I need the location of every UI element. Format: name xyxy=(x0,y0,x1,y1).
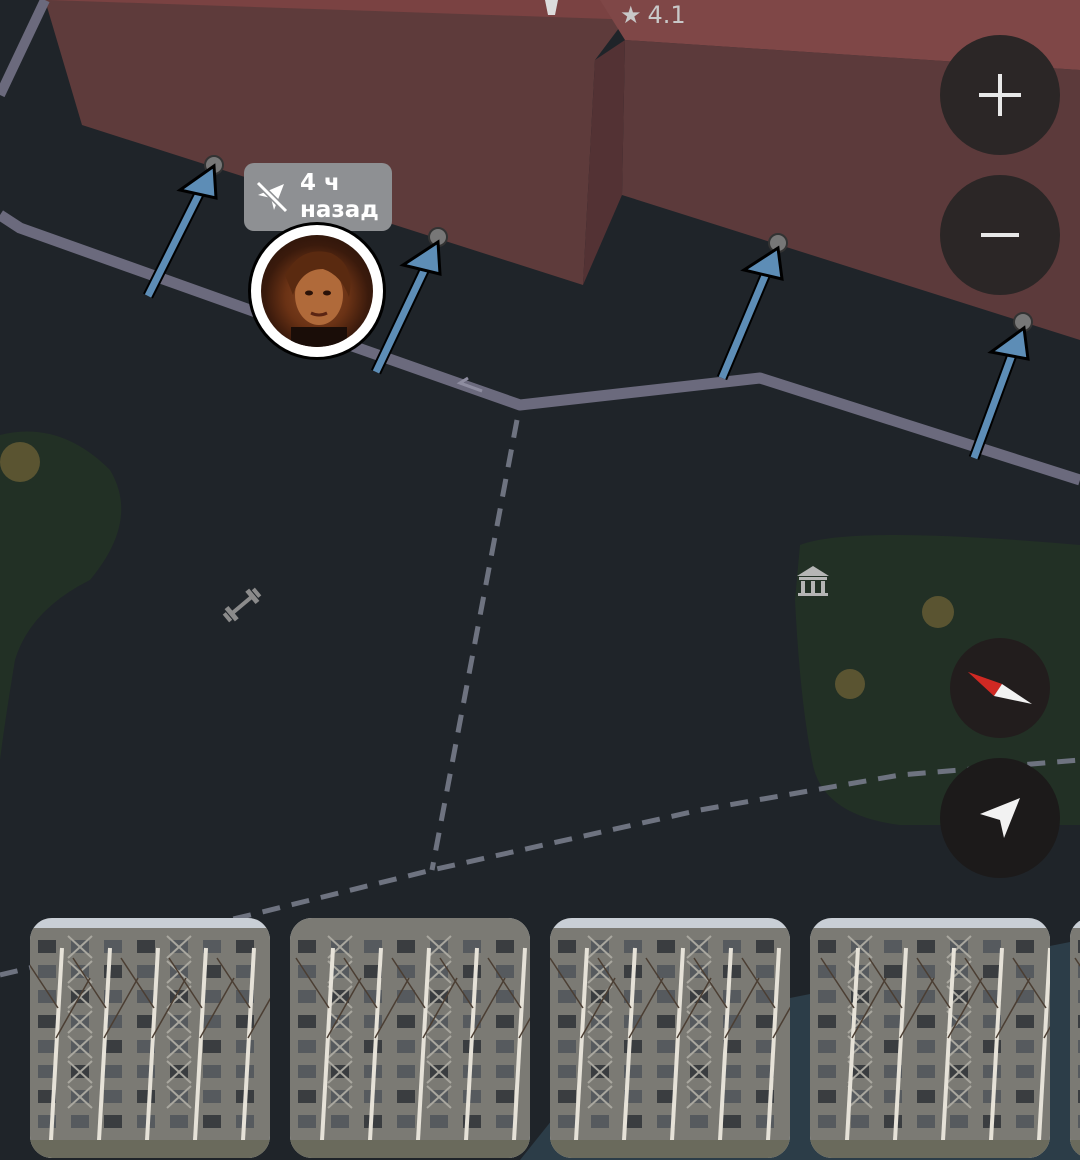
minus-icon xyxy=(981,233,1019,237)
tree xyxy=(835,669,865,699)
photo-carousel[interactable] xyxy=(0,918,1080,1160)
last-seen-ago: назад xyxy=(300,197,379,223)
building-photo-5[interactable] xyxy=(1070,918,1080,1158)
last-seen-bubble[interactable]: 4 ч назад xyxy=(244,163,392,231)
my-location-button[interactable] xyxy=(940,758,1060,878)
rating-value: 4.1 xyxy=(647,1,686,29)
tree xyxy=(0,442,40,482)
tree xyxy=(922,596,954,628)
building-photo-2[interactable] xyxy=(290,918,530,1158)
zoom-in-button[interactable] xyxy=(940,35,1060,155)
building-photo-1[interactable] xyxy=(30,918,270,1158)
building-photo-4[interactable] xyxy=(810,918,1050,1158)
avatar xyxy=(261,235,373,347)
zoom-out-button[interactable] xyxy=(940,175,1060,295)
last-seen-text: 4 ч назад xyxy=(300,170,379,224)
compass-button[interactable] xyxy=(950,638,1050,738)
star-icon: ★ xyxy=(620,1,642,29)
friend-avatar-marker[interactable] xyxy=(251,225,383,357)
navigation-arrow-icon xyxy=(980,798,1020,838)
building-photo-3[interactable] xyxy=(550,918,790,1158)
plus-icon xyxy=(979,74,1021,116)
offline-location-icon xyxy=(244,163,300,231)
place-rating[interactable]: ★ 4.1 xyxy=(620,0,686,30)
last-seen-time: 4 ч xyxy=(300,170,340,196)
compass-icon xyxy=(968,672,1032,704)
